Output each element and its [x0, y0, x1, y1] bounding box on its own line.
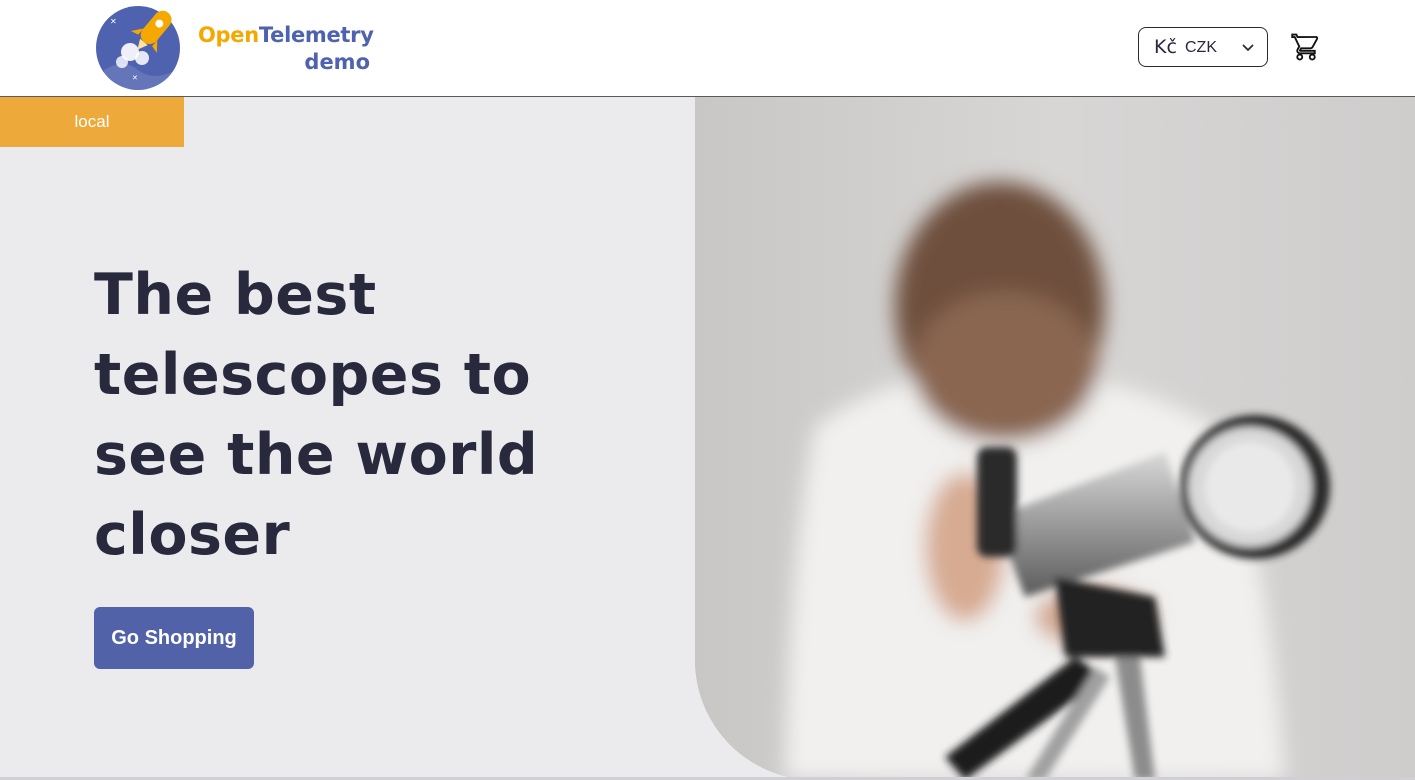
shopping-cart-icon[interactable]: [1290, 32, 1322, 62]
currency-code: CZK: [1185, 39, 1217, 56]
boy-with-telescope-illustration: [695, 97, 1415, 780]
go-shopping-button[interactable]: Go Shopping: [94, 607, 254, 669]
logo-word-open: Open: [198, 23, 259, 47]
site-header: ✕ ✕ OpenTelemetry demo Kč CZK: [0, 0, 1415, 97]
logo-word-telemetry: Telemetry: [258, 23, 374, 47]
hero-image: [695, 97, 1415, 780]
hero-headline: The best telescopes to see the world clo…: [94, 262, 539, 568]
hero-banner: local The best telescopes to see the wor…: [0, 97, 1415, 780]
environment-badge: local: [0, 97, 184, 147]
svg-text:✕: ✕: [110, 17, 117, 26]
svg-text:✕: ✕: [132, 75, 138, 82]
currency-symbol: Kč: [1154, 36, 1177, 58]
logo-word-demo: demo: [304, 50, 370, 74]
logo-wordmark: OpenTelemetry demo: [198, 22, 378, 76]
rocket-logo-icon: ✕ ✕: [96, 6, 180, 92]
currency-switcher[interactable]: Kč CZK: [1138, 27, 1268, 67]
chevron-down-icon: [1242, 44, 1254, 51]
logo-link[interactable]: ✕ ✕ OpenTelemetry demo: [94, 0, 384, 92]
